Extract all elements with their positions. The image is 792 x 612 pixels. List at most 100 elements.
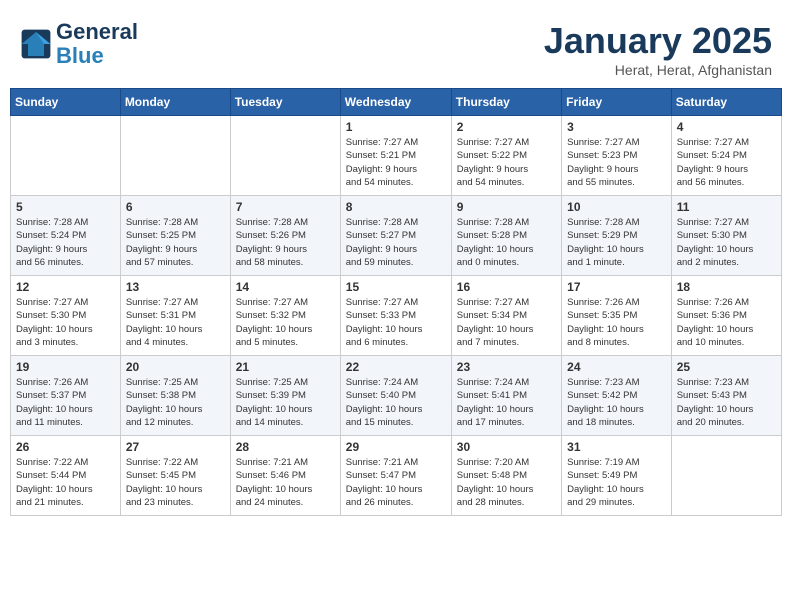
day-number: 6 <box>126 200 225 214</box>
day-info: Sunrise: 7:23 AM Sunset: 5:42 PM Dayligh… <box>567 376 666 429</box>
weekday-header-sunday: Sunday <box>11 89 121 116</box>
calendar-table: SundayMondayTuesdayWednesdayThursdayFrid… <box>10 88 782 516</box>
day-cell: 15 Sunrise: 7:27 AM Sunset: 5:33 PM Dayli… <box>340 276 451 356</box>
day-number: 16 <box>457 280 556 294</box>
day-number: 21 <box>236 360 335 374</box>
day-cell: 8 Sunrise: 7:28 AM Sunset: 5:27 PM Daylig… <box>340 196 451 276</box>
page-header: General Blue January 2025 Herat, Herat, … <box>10 10 782 83</box>
day-number: 9 <box>457 200 556 214</box>
day-cell: 7Sunrise: 7:28 AM Sunset: 5:26 PM Daylig… <box>230 196 340 276</box>
title-area: January 2025 Herat, Herat, Afghanistan <box>544 20 772 78</box>
month-title: January 2025 <box>544 20 772 62</box>
day-number: 25 <box>677 360 776 374</box>
day-number: 29 <box>346 440 446 454</box>
day-info: Sunrise: 7:26 AM Sunset: 5:37 PM Dayligh… <box>16 376 115 429</box>
day-info: Sunrise: 7:28 AM Sunset: 5:27 PM Dayligh… <box>346 216 446 269</box>
day-info: Sunrise: 7:28 AM Sunset: 5:28 PM Dayligh… <box>457 216 556 269</box>
day-number: 17 <box>567 280 666 294</box>
day-cell: 13 Sunrise: 7:27 AM Sunset: 5:31 PM Dayli… <box>120 276 230 356</box>
weekday-header-thursday: Thursday <box>451 89 561 116</box>
day-cell: 28Sunrise: 7:21 AM Sunset: 5:46 PM Dayli… <box>230 436 340 516</box>
day-cell: 17 Sunrise: 7:26 AM Sunset: 5:35 PM Dayli… <box>562 276 672 356</box>
day-info: Sunrise: 7:24 AM Sunset: 5:41 PM Dayligh… <box>457 376 556 429</box>
day-number: 8 <box>346 200 446 214</box>
weekday-header-friday: Friday <box>562 89 672 116</box>
weekday-header-monday: Monday <box>120 89 230 116</box>
day-info: Sunrise: 7:27 AM Sunset: 5:22 PM Dayligh… <box>457 136 556 189</box>
weekday-header-row: SundayMondayTuesdayWednesdayThursdayFrid… <box>11 89 782 116</box>
day-info: Sunrise: 7:27 AM Sunset: 5:32 PM Dayligh… <box>236 296 335 349</box>
day-cell: 22 Sunrise: 7:24 AM Sunset: 5:40 PM Dayli… <box>340 356 451 436</box>
day-info: Sunrise: 7:19 AM Sunset: 5:49 PM Dayligh… <box>567 456 666 509</box>
day-cell: 25 Sunrise: 7:23 AM Sunset: 5:43 PM Dayli… <box>671 356 781 436</box>
day-number: 30 <box>457 440 556 454</box>
day-info: Sunrise: 7:28 AM Sunset: 5:24 PM Dayligh… <box>16 216 115 269</box>
day-info: Sunrise: 7:22 AM Sunset: 5:45 PM Dayligh… <box>126 456 225 509</box>
day-cell: 20 Sunrise: 7:25 AM Sunset: 5:38 PM Dayli… <box>120 356 230 436</box>
day-info: Sunrise: 7:27 AM Sunset: 5:31 PM Dayligh… <box>126 296 225 349</box>
day-number: 18 <box>677 280 776 294</box>
day-cell <box>120 116 230 196</box>
day-number: 1 <box>346 120 446 134</box>
day-info: Sunrise: 7:25 AM Sunset: 5:38 PM Dayligh… <box>126 376 225 429</box>
day-cell: 3Sunrise: 7:27 AM Sunset: 5:23 PM Daylig… <box>562 116 672 196</box>
day-cell: 18 Sunrise: 7:26 AM Sunset: 5:36 PM Dayli… <box>671 276 781 356</box>
day-cell: 14Sunrise: 7:27 AM Sunset: 5:32 PM Dayli… <box>230 276 340 356</box>
week-row-1: 1Sunrise: 7:27 AM Sunset: 5:21 PM Daylig… <box>11 116 782 196</box>
day-number: 19 <box>16 360 115 374</box>
day-info: Sunrise: 7:21 AM Sunset: 5:47 PM Dayligh… <box>346 456 446 509</box>
day-info: Sunrise: 7:27 AM Sunset: 5:33 PM Dayligh… <box>346 296 446 349</box>
day-number: 24 <box>567 360 666 374</box>
weekday-header-tuesday: Tuesday <box>230 89 340 116</box>
day-cell: 24 Sunrise: 7:23 AM Sunset: 5:42 PM Dayli… <box>562 356 672 436</box>
day-info: Sunrise: 7:23 AM Sunset: 5:43 PM Dayligh… <box>677 376 776 429</box>
week-row-2: 5 Sunrise: 7:28 AM Sunset: 5:24 PM Daylig… <box>11 196 782 276</box>
day-info: Sunrise: 7:20 AM Sunset: 5:48 PM Dayligh… <box>457 456 556 509</box>
day-cell <box>671 436 781 516</box>
day-number: 3 <box>567 120 666 134</box>
day-info: Sunrise: 7:27 AM Sunset: 5:34 PM Dayligh… <box>457 296 556 349</box>
day-info: Sunrise: 7:26 AM Sunset: 5:35 PM Dayligh… <box>567 296 666 349</box>
day-cell: 16 Sunrise: 7:27 AM Sunset: 5:34 PM Dayli… <box>451 276 561 356</box>
day-number: 13 <box>126 280 225 294</box>
day-cell: 4 Sunrise: 7:27 AM Sunset: 5:24 PM Daylig… <box>671 116 781 196</box>
week-row-4: 19 Sunrise: 7:26 AM Sunset: 5:37 PM Dayli… <box>11 356 782 436</box>
logo-icon <box>20 28 52 60</box>
location: Herat, Herat, Afghanistan <box>544 62 772 78</box>
day-info: Sunrise: 7:26 AM Sunset: 5:36 PM Dayligh… <box>677 296 776 349</box>
day-number: 22 <box>346 360 446 374</box>
day-info: Sunrise: 7:27 AM Sunset: 5:30 PM Dayligh… <box>16 296 115 349</box>
weekday-header-saturday: Saturday <box>671 89 781 116</box>
day-cell: 2Sunrise: 7:27 AM Sunset: 5:22 PM Daylig… <box>451 116 561 196</box>
day-cell: 21 Sunrise: 7:25 AM Sunset: 5:39 PM Dayli… <box>230 356 340 436</box>
day-cell: 23 Sunrise: 7:24 AM Sunset: 5:41 PM Dayli… <box>451 356 561 436</box>
day-info: Sunrise: 7:28 AM Sunset: 5:29 PM Dayligh… <box>567 216 666 269</box>
day-cell: 9 Sunrise: 7:28 AM Sunset: 5:28 PM Daylig… <box>451 196 561 276</box>
day-cell: 29 Sunrise: 7:21 AM Sunset: 5:47 PM Dayli… <box>340 436 451 516</box>
day-number: 23 <box>457 360 556 374</box>
day-number: 11 <box>677 200 776 214</box>
day-number: 26 <box>16 440 115 454</box>
day-number: 10 <box>567 200 666 214</box>
day-cell: 27 Sunrise: 7:22 AM Sunset: 5:45 PM Dayli… <box>120 436 230 516</box>
week-row-5: 26 Sunrise: 7:22 AM Sunset: 5:44 PM Dayli… <box>11 436 782 516</box>
day-info: Sunrise: 7:25 AM Sunset: 5:39 PM Dayligh… <box>236 376 335 429</box>
day-number: 12 <box>16 280 115 294</box>
week-row-3: 12 Sunrise: 7:27 AM Sunset: 5:30 PM Dayli… <box>11 276 782 356</box>
day-number: 5 <box>16 200 115 214</box>
day-cell <box>11 116 121 196</box>
day-cell: 5 Sunrise: 7:28 AM Sunset: 5:24 PM Daylig… <box>11 196 121 276</box>
day-info: Sunrise: 7:22 AM Sunset: 5:44 PM Dayligh… <box>16 456 115 509</box>
day-cell: 26 Sunrise: 7:22 AM Sunset: 5:44 PM Dayli… <box>11 436 121 516</box>
day-number: 20 <box>126 360 225 374</box>
day-number: 7 <box>236 200 335 214</box>
logo: General Blue <box>20 20 138 68</box>
day-number: 27 <box>126 440 225 454</box>
day-info: Sunrise: 7:24 AM Sunset: 5:40 PM Dayligh… <box>346 376 446 429</box>
logo-line2: Blue <box>56 44 138 68</box>
day-cell: 12 Sunrise: 7:27 AM Sunset: 5:30 PM Dayli… <box>11 276 121 356</box>
day-info: Sunrise: 7:27 AM Sunset: 5:24 PM Dayligh… <box>677 136 776 189</box>
day-cell: 31Sunrise: 7:19 AM Sunset: 5:49 PM Dayli… <box>562 436 672 516</box>
day-number: 4 <box>677 120 776 134</box>
day-number: 15 <box>346 280 446 294</box>
